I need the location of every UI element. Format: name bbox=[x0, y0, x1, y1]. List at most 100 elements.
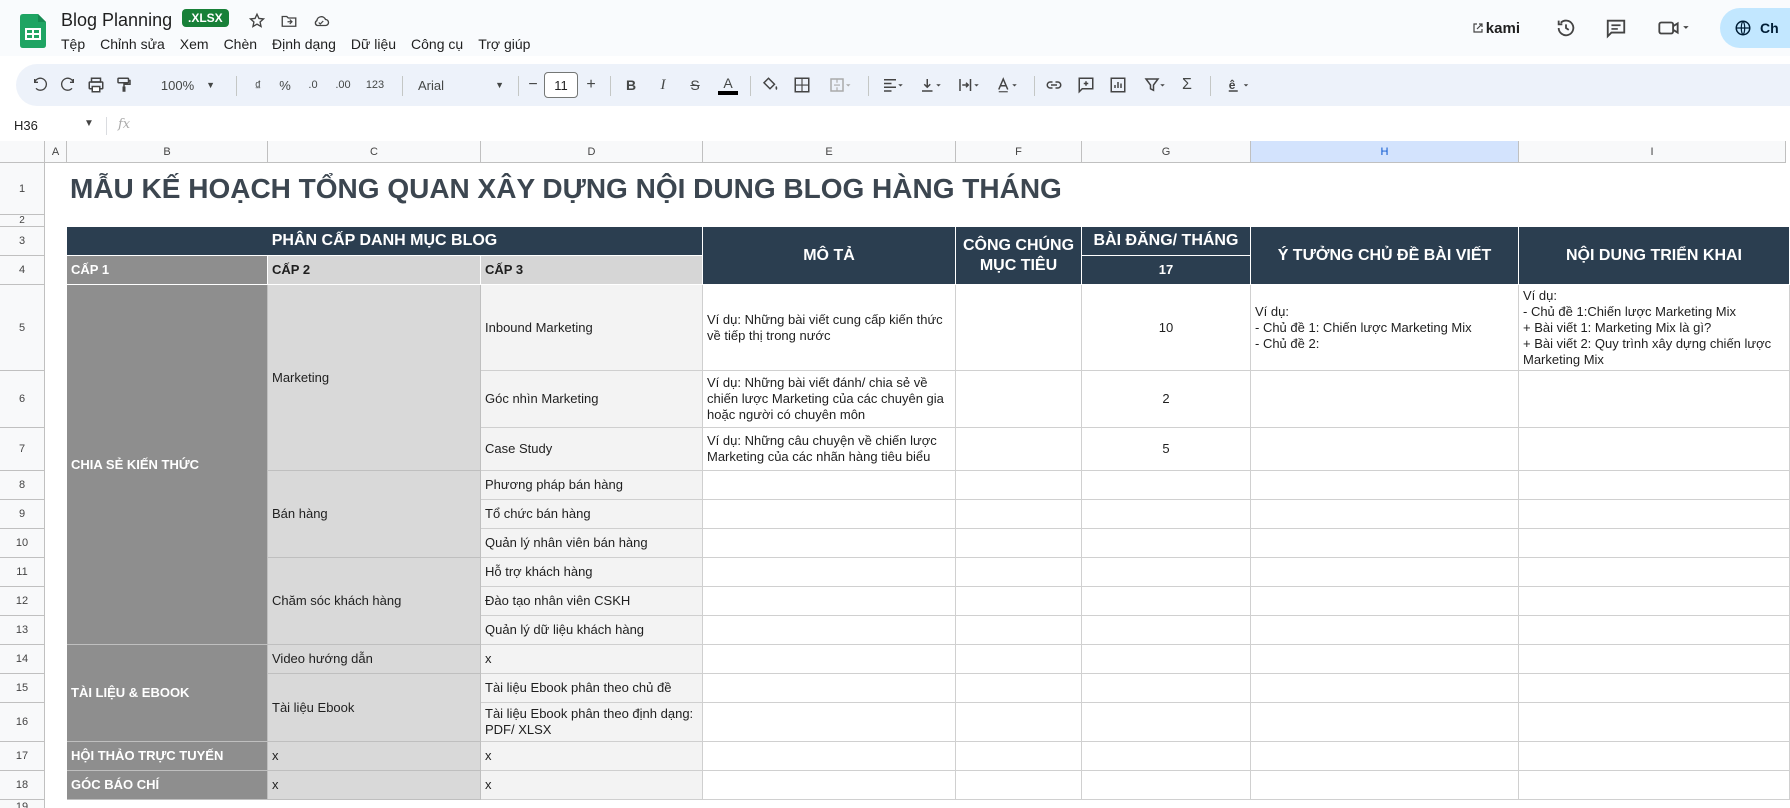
empty-cell[interactable] bbox=[703, 558, 956, 587]
cap2-hoi-thao[interactable]: x bbox=[268, 742, 481, 771]
cap2-bao-chi[interactable]: x bbox=[268, 771, 481, 800]
row-header-17[interactable]: 17 bbox=[0, 742, 45, 771]
empty-cell[interactable] bbox=[956, 529, 1082, 558]
menu-tools[interactable]: Công cụ bbox=[411, 36, 463, 52]
increase-decimal-button[interactable]: .00 bbox=[330, 73, 356, 97]
empty-cell[interactable] bbox=[1519, 742, 1790, 771]
cap1-chia-se-kien-thuc[interactable]: CHIA SẺ KIẾN THỨC bbox=[67, 285, 268, 645]
empty-cell[interactable] bbox=[1251, 529, 1519, 558]
empty-cell[interactable] bbox=[956, 616, 1082, 645]
fill-color-icon[interactable] bbox=[758, 73, 782, 97]
row-header-2[interactable]: 2 bbox=[0, 215, 45, 227]
empty-cell[interactable] bbox=[1082, 587, 1251, 616]
percent-format-button[interactable]: % bbox=[274, 73, 296, 97]
empty-cell[interactable] bbox=[1082, 771, 1251, 800]
functions-button[interactable]: Σ bbox=[1176, 73, 1198, 97]
cap3-row11[interactable]: Hỗ trợ khách hàng bbox=[481, 558, 703, 587]
empty-cell[interactable] bbox=[1082, 500, 1251, 529]
column-header-a[interactable]: A bbox=[45, 141, 67, 163]
row-header-18[interactable]: 18 bbox=[0, 771, 45, 800]
empty-cell[interactable] bbox=[1251, 771, 1519, 800]
cap3-row10[interactable]: Quản lý nhân viên bán hàng bbox=[481, 529, 703, 558]
cap3-row7[interactable]: Case Study bbox=[481, 428, 703, 471]
empty-cell[interactable] bbox=[1082, 616, 1251, 645]
row-header-3[interactable]: 3 bbox=[0, 227, 45, 256]
header-cap2[interactable]: CẤP 2 bbox=[268, 256, 481, 285]
empty-cell[interactable] bbox=[1519, 771, 1790, 800]
italic-button[interactable]: I bbox=[652, 73, 674, 97]
redo-icon[interactable] bbox=[56, 73, 80, 97]
merge-cells-icon[interactable] bbox=[822, 73, 858, 97]
row-header-8[interactable]: 8 bbox=[0, 471, 45, 500]
empty-cell[interactable] bbox=[956, 742, 1082, 771]
input-tools-icon[interactable]: ê bbox=[1220, 73, 1260, 97]
empty-cell[interactable] bbox=[1251, 471, 1519, 500]
empty-cell[interactable] bbox=[956, 500, 1082, 529]
empty-cell[interactable] bbox=[1251, 558, 1519, 587]
column-header-b[interactable]: B bbox=[67, 141, 268, 163]
row-header-10[interactable]: 10 bbox=[0, 529, 45, 558]
cap3-row6[interactable]: Góc nhìn Marketing bbox=[481, 371, 703, 428]
header-phan-cap[interactable]: PHÂN CẤP DANH MỤC BLOG bbox=[67, 227, 703, 256]
mo-ta-row5[interactable]: Ví dụ: Những bài viết cung cấp kiến thức… bbox=[703, 285, 956, 371]
header-cong-chung[interactable]: CÔNG CHÚNG MỤC TIÊU bbox=[956, 227, 1082, 285]
cap2-cham-soc[interactable]: Chăm sóc khách hàng bbox=[268, 558, 481, 645]
empty-cell[interactable] bbox=[956, 703, 1082, 742]
cap3-row13[interactable]: Quản lý dữ liệu khách hàng bbox=[481, 616, 703, 645]
insert-link-icon[interactable] bbox=[1042, 73, 1066, 97]
empty-cell[interactable] bbox=[1519, 529, 1790, 558]
empty-cell[interactable] bbox=[1519, 471, 1790, 500]
decrease-decimal-button[interactable]: .0 bbox=[302, 73, 324, 97]
header-mo-ta[interactable]: MÔ TẢ bbox=[703, 227, 956, 285]
sheets-logo-icon[interactable] bbox=[20, 14, 46, 48]
empty-cell[interactable] bbox=[703, 616, 956, 645]
empty-cell[interactable] bbox=[1519, 674, 1790, 703]
empty-cell[interactable] bbox=[1519, 616, 1790, 645]
insert-comment-icon[interactable] bbox=[1074, 73, 1098, 97]
empty-cell[interactable] bbox=[703, 500, 956, 529]
cap2-ebook[interactable]: Tài liệu Ebook bbox=[268, 674, 481, 742]
empty-cell[interactable] bbox=[956, 558, 1082, 587]
empty-cell[interactable] bbox=[703, 587, 956, 616]
bai-dang-row5[interactable]: 10 bbox=[1082, 285, 1251, 371]
empty-cell[interactable] bbox=[1082, 703, 1251, 742]
undo-icon[interactable] bbox=[28, 73, 52, 97]
cap3-row16[interactable]: Tài liệu Ebook phân theo định dạng: PDF/… bbox=[481, 703, 703, 742]
empty-cell[interactable] bbox=[703, 645, 956, 674]
empty-cell[interactable] bbox=[1519, 500, 1790, 529]
cap3-row14[interactable]: x bbox=[481, 645, 703, 674]
kami-extension-button[interactable]: kami bbox=[1473, 20, 1520, 37]
column-header-c[interactable]: C bbox=[268, 141, 481, 163]
cap1-hoi-thao[interactable]: HỘI THẢO TRỰC TUYẾN bbox=[67, 742, 268, 771]
empty-cell[interactable] bbox=[1251, 371, 1519, 428]
increase-font-size-icon[interactable]: + bbox=[582, 73, 600, 97]
empty-cell[interactable] bbox=[1082, 645, 1251, 674]
more-formats-button[interactable]: 123 bbox=[362, 73, 388, 97]
y-tuong-row5[interactable]: Ví dụ: - Chủ đề 1: Chiến lược Marketing … bbox=[1251, 285, 1519, 371]
select-all-corner[interactable] bbox=[0, 141, 45, 163]
empty-cell[interactable] bbox=[703, 674, 956, 703]
empty-cell[interactable] bbox=[1251, 645, 1519, 674]
row-header-19[interactable]: 19 bbox=[0, 800, 45, 808]
name-box[interactable]: H36 bbox=[14, 118, 38, 133]
cap3-row5[interactable]: Inbound Marketing bbox=[481, 285, 703, 371]
cap3-row12[interactable]: Đào tạo nhân viên CSKH bbox=[481, 587, 703, 616]
column-header-d[interactable]: D bbox=[481, 141, 703, 163]
bai-dang-row7[interactable]: 5 bbox=[1082, 428, 1251, 471]
cap3-row17[interactable]: x bbox=[481, 742, 703, 771]
row-header-13[interactable]: 13 bbox=[0, 616, 45, 645]
insert-chart-icon[interactable] bbox=[1106, 73, 1130, 97]
strikethrough-button[interactable]: S bbox=[684, 73, 706, 97]
empty-cell[interactable] bbox=[703, 471, 956, 500]
document-title[interactable]: Blog Planning bbox=[61, 10, 172, 31]
mo-ta-row7[interactable]: Ví dụ: Những câu chuyện về chiến lược Ma… bbox=[703, 428, 956, 471]
column-header-h[interactable]: H bbox=[1251, 141, 1519, 163]
empty-cell[interactable] bbox=[1251, 703, 1519, 742]
menu-format[interactable]: Định dạng bbox=[272, 36, 336, 52]
cap3-row9[interactable]: Tổ chức bán hàng bbox=[481, 500, 703, 529]
menu-help[interactable]: Trợ giúp bbox=[478, 36, 530, 52]
row-header-15[interactable]: 15 bbox=[0, 674, 45, 703]
empty-cell[interactable] bbox=[1251, 616, 1519, 645]
version-history-icon[interactable] bbox=[1554, 16, 1578, 40]
text-color-button[interactable]: A bbox=[716, 73, 740, 97]
